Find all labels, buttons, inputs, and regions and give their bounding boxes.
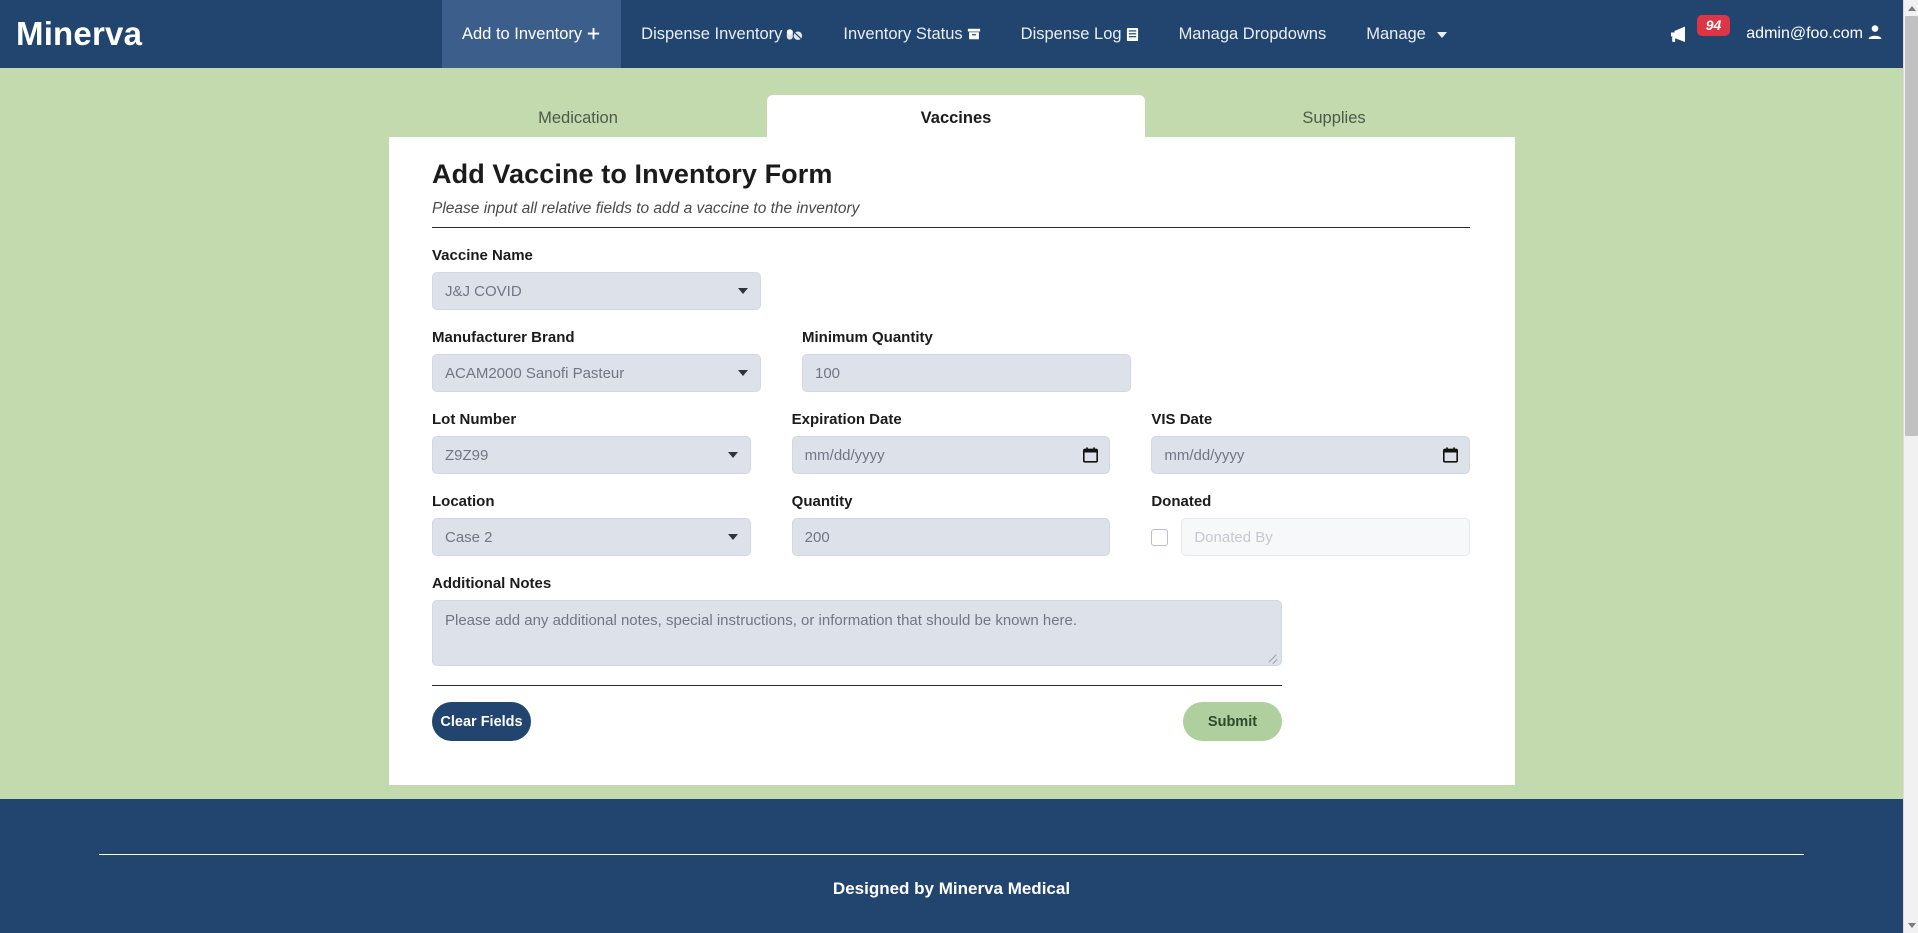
field-group-vis-date: VIS Date mm/dd/yyyy [1151, 411, 1471, 474]
label-donated: Donated [1151, 493, 1212, 510]
form-row-manufacturer: Manufacturer Brand ACAM2000 Sanofi Paste… [432, 329, 1470, 392]
nav-item-manage[interactable]: Manage [1346, 0, 1467, 68]
chevron-down-icon [1436, 32, 1447, 38]
field-group-donated: Donated Donated By [1151, 493, 1471, 556]
submit-button[interactable]: Submit [1183, 702, 1282, 741]
scroll-down-arrow-icon[interactable] [1904, 917, 1918, 933]
donated-by-placeholder: Donated By [1194, 528, 1273, 546]
location-value: Case 2 [445, 528, 493, 546]
nav-label-dispense-log: Dispense Log [1020, 24, 1122, 43]
add-vaccine-form-card: Add Vaccine to Inventory Form Please inp… [389, 137, 1515, 785]
user-email: admin@foo.com [1746, 25, 1863, 42]
field-group-manufacturer-brand: Manufacturer Brand ACAM2000 Sanofi Paste… [432, 329, 761, 392]
additional-notes-textarea[interactable]: Please add any additional notes, special… [432, 600, 1282, 666]
notification-badge[interactable]: 94 [1696, 14, 1731, 36]
top-navbar: Minerva Add to Inventory Dispense Invent… [0, 0, 1903, 68]
expiration-date-input[interactable]: mm/dd/yyyy [791, 436, 1111, 474]
nav-label-add-to-inventory: Add to Inventory [462, 24, 583, 43]
manufacturer-brand-value: ACAM2000 Sanofi Pasteur [445, 364, 625, 382]
box-icon [967, 27, 981, 41]
label-quantity: Quantity [791, 493, 853, 510]
form-row-location-quantity-donated: Location Case 2 Quantity 200 Donated Don… [432, 493, 1471, 556]
app-root: Minerva Add to Inventory Dispense Invent… [0, 0, 1918, 933]
field-group-vaccine-name: Vaccine Name J&J COVID [432, 247, 761, 310]
lot-number-value: Z9Z99 [445, 446, 489, 464]
megaphone-icon[interactable] [1669, 24, 1693, 44]
field-group-expiration-date: Expiration Date mm/dd/yyyy [791, 411, 1111, 474]
nav-label-manage-dropdowns: Managa Dropdowns [1178, 24, 1327, 43]
page-title: Add Vaccine to Inventory Form [432, 159, 833, 189]
footer-divider [99, 854, 1804, 855]
calendar-icon[interactable] [1083, 447, 1099, 463]
navbar-right-group: 94 admin@foo.com [1669, 0, 1903, 68]
additional-notes-placeholder: Please add any additional notes, special… [445, 612, 1078, 629]
location-select[interactable]: Case 2 [432, 518, 751, 556]
nav-label-dispense-inventory: Dispense Inventory [641, 24, 783, 43]
vaccine-name-select[interactable]: J&J COVID [432, 272, 761, 310]
clipboard-list-icon [1126, 27, 1139, 42]
nav-menu: Add to Inventory Dispense Inventory Inve… [442, 0, 1467, 68]
donated-checkbox[interactable] [1151, 528, 1169, 546]
plus-icon [586, 27, 601, 42]
clear-fields-button[interactable]: Clear Fields [432, 702, 531, 741]
quantity-value: 200 [804, 528, 830, 546]
nav-item-add-to-inventory[interactable]: Add to Inventory [442, 0, 622, 68]
donated-controls: Donated By [1151, 518, 1471, 556]
form-divider [432, 685, 1282, 686]
label-location: Location [432, 493, 495, 510]
form-actions: Clear Fields Submit [432, 702, 1282, 741]
label-lot-number: Lot Number [432, 411, 517, 428]
footer-credit: Designed by Minerva Medical [832, 879, 1071, 898]
chevron-down-icon [738, 288, 748, 294]
form-row-lot-dates: Lot Number Z9Z99 Expiration Date mm/dd/y… [432, 411, 1471, 474]
chevron-down-icon [727, 534, 738, 540]
minimum-quantity-value: 100 [815, 364, 841, 382]
label-minimum-quantity: Minimum Quantity [802, 329, 933, 346]
nav-item-dispense-inventory[interactable]: Dispense Inventory [621, 0, 823, 68]
brand-logo[interactable]: Minerva [0, 0, 442, 68]
field-group-quantity: Quantity 200 [791, 493, 1111, 556]
label-additional-notes: Additional Notes [432, 575, 552, 592]
scroll-up-arrow-icon[interactable] [1904, 0, 1918, 16]
field-group-minimum-quantity: Minimum Quantity 100 [802, 329, 1131, 392]
inventory-type-tabs: Medication Vaccines Supplies [389, 95, 1523, 141]
scrollbar-thumb[interactable] [1905, 16, 1918, 436]
vaccine-name-value: J&J COVID [445, 282, 522, 300]
label-vis-date: VIS Date [1151, 411, 1213, 428]
field-group-lot-number: Lot Number Z9Z99 [432, 411, 751, 474]
expiration-date-value: mm/dd/yyyy [804, 446, 885, 464]
label-manufacturer-brand: Manufacturer Brand [432, 329, 575, 346]
quantity-input[interactable]: 200 [791, 518, 1111, 556]
chevron-down-icon [727, 452, 738, 458]
nav-item-manage-dropdowns[interactable]: Managa Dropdowns [1159, 0, 1347, 68]
tab-medication[interactable]: Medication [389, 95, 767, 141]
lot-number-select[interactable]: Z9Z99 [432, 436, 751, 474]
tab-supplies[interactable]: Supplies [1145, 95, 1523, 141]
nav-item-inventory-status[interactable]: Inventory Status [823, 0, 1000, 68]
form-row-additional-notes: Additional Notes Please add any addition… [432, 575, 1470, 666]
label-expiration-date: Expiration Date [791, 411, 902, 428]
page-scrollbar[interactable] [1903, 0, 1918, 933]
tab-vaccines[interactable]: Vaccines [767, 95, 1145, 141]
minimum-quantity-input[interactable]: 100 [802, 354, 1131, 392]
page-footer: Designed by Minerva Medical [0, 799, 1903, 933]
pill-icon [786, 27, 803, 42]
user-menu[interactable]: admin@foo.com [1746, 24, 1883, 45]
form-row-vaccine-name: Vaccine Name J&J COVID [432, 247, 1470, 310]
form-subtitle: Please input all relative fields to add … [432, 200, 1470, 228]
calendar-icon[interactable] [1443, 447, 1459, 463]
manufacturer-brand-select[interactable]: ACAM2000 Sanofi Pasteur [432, 354, 761, 392]
nav-label-inventory-status: Inventory Status [843, 24, 963, 43]
nav-label-manage: Manage [1366, 24, 1426, 43]
chevron-down-icon [738, 370, 748, 376]
vis-date-value: mm/dd/yyyy [1164, 446, 1245, 464]
nav-item-dispense-log[interactable]: Dispense Log [1001, 0, 1159, 68]
label-vaccine-name: Vaccine Name [432, 247, 533, 264]
donated-by-input[interactable]: Donated By [1181, 518, 1471, 556]
resize-handle-icon[interactable] [1266, 650, 1278, 662]
field-group-location: Location Case 2 [432, 493, 751, 556]
user-icon [1867, 24, 1883, 45]
vis-date-input[interactable]: mm/dd/yyyy [1151, 436, 1471, 474]
